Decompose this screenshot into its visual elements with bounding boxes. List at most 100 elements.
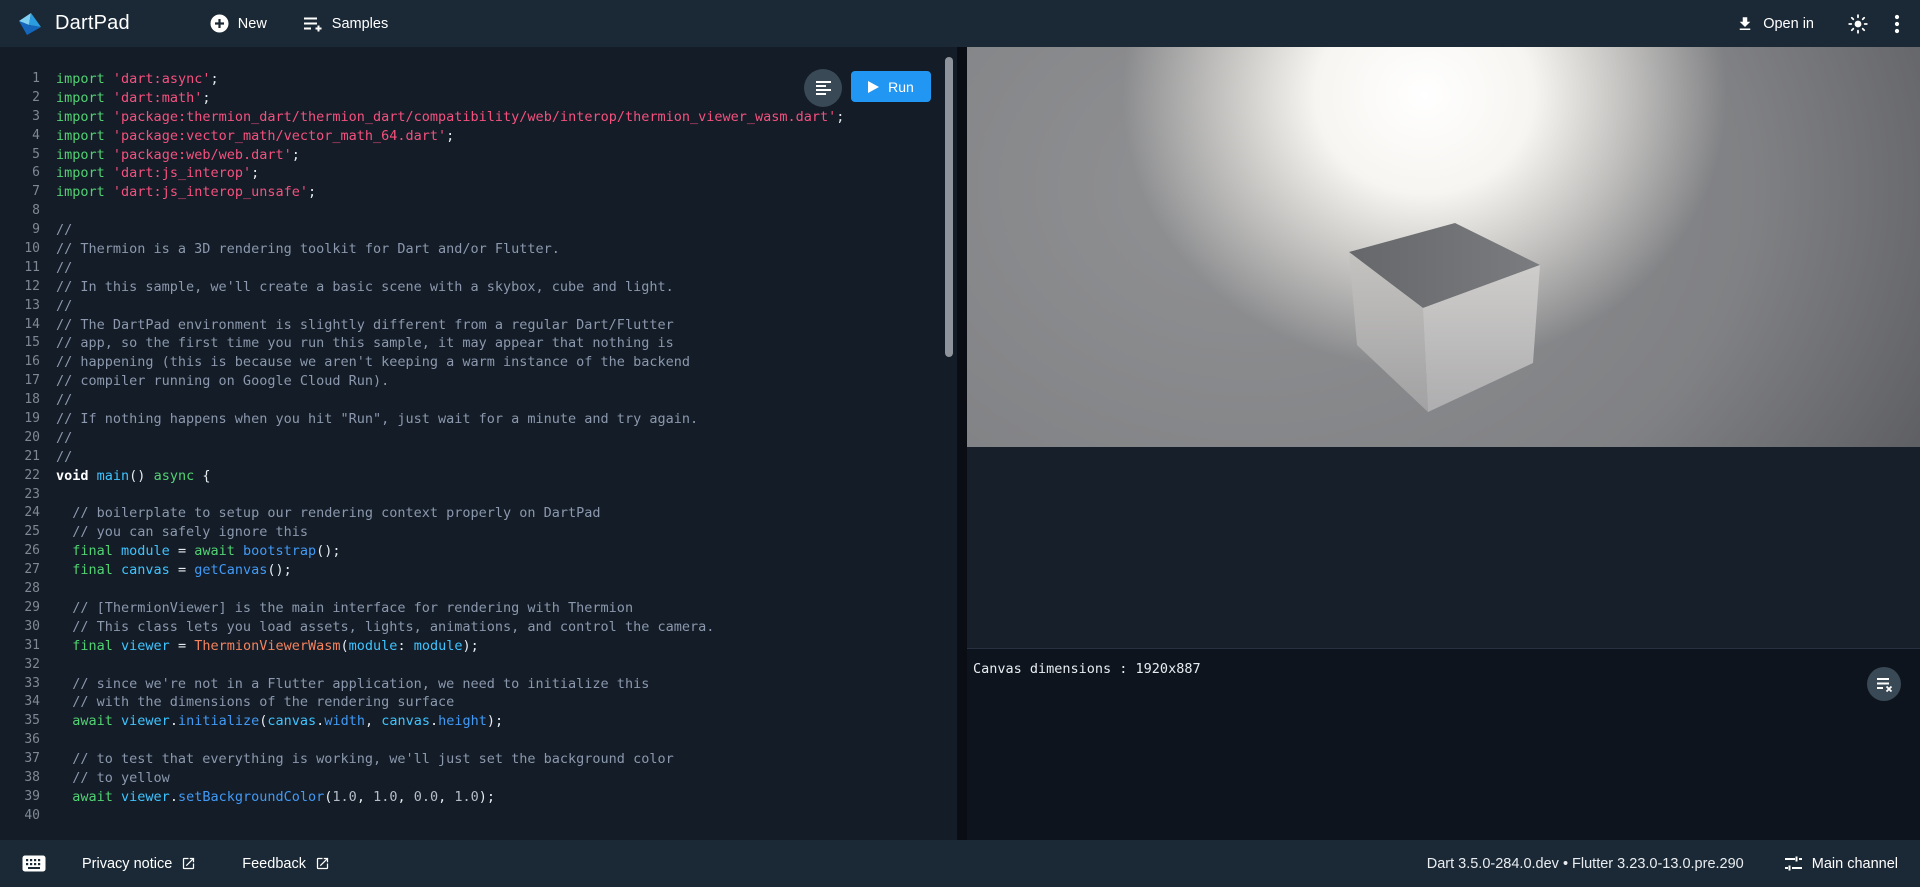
line-number: 25 [0, 523, 40, 542]
code-line: 19// If nothing happens when you hit "Ru… [0, 410, 957, 429]
code-line: 12// In this sample, we'll create a basi… [0, 278, 957, 297]
code-line: 22void main() async { [0, 467, 957, 486]
line-number: 6 [0, 164, 40, 183]
new-button[interactable]: New [210, 14, 267, 33]
clear-console-icon [1876, 677, 1893, 692]
code-line: 4import 'package:vector_math/vector_math… [0, 127, 957, 146]
header-actions: Open in [1736, 14, 1900, 34]
line-number: 26 [0, 542, 40, 561]
line-number: 2 [0, 89, 40, 108]
code-line: 17// compiler running on Google Cloud Ru… [0, 372, 957, 391]
line-number: 10 [0, 240, 40, 259]
run-button[interactable]: Run [851, 71, 931, 102]
line-number: 13 [0, 297, 40, 316]
code-line: 13// [0, 297, 957, 316]
sdk-version-text: Dart 3.5.0-284.0.dev • Flutter 3.23.0-13… [1427, 856, 1744, 872]
keyboard-shortcuts-button[interactable] [22, 855, 46, 872]
line-number: 34 [0, 693, 40, 712]
line-number: 3 [0, 108, 40, 127]
line-number: 30 [0, 618, 40, 637]
line-number: 4 [0, 127, 40, 146]
line-number: 29 [0, 599, 40, 618]
code-line: 11// [0, 259, 957, 278]
output-panel: Canvas dimensions : 1920x887 [967, 47, 1920, 840]
playlist-add-icon [303, 15, 323, 33]
samples-button[interactable]: Samples [303, 15, 388, 33]
open-in-button[interactable]: Open in [1736, 15, 1814, 33]
theme-brightness-button[interactable] [1848, 14, 1868, 34]
line-number: 15 [0, 334, 40, 353]
code-editor-panel: 1import 'dart:async';2import 'dart:math'… [0, 47, 957, 840]
code-line: 33 // since we're not in a Flutter appli… [0, 675, 957, 694]
line-number: 20 [0, 429, 40, 448]
plus-circle-icon [210, 14, 229, 33]
code-line: 29 // [ThermionViewer] is the main inter… [0, 599, 957, 618]
code-line: 35 await viewer.initialize(canvas.width,… [0, 712, 957, 731]
render-viewport[interactable] [967, 47, 1920, 447]
line-number: 11 [0, 259, 40, 278]
line-number: 36 [0, 731, 40, 750]
code-line: 14// The DartPad environment is slightly… [0, 316, 957, 335]
line-number: 18 [0, 391, 40, 410]
code-line: 23 [0, 486, 957, 505]
code-line: 26 final module = await bootstrap(); [0, 542, 957, 561]
dartpad-logo-icon [17, 11, 43, 37]
line-number: 27 [0, 561, 40, 580]
line-number: 5 [0, 146, 40, 165]
format-align-icon [815, 80, 832, 96]
format-button[interactable] [804, 69, 842, 107]
code-line: 18// [0, 391, 957, 410]
code-line: 9// [0, 221, 957, 240]
line-number: 24 [0, 504, 40, 523]
line-number: 17 [0, 372, 40, 391]
download-icon [1736, 15, 1754, 33]
code-line: 32 [0, 656, 957, 675]
code-lines: 1import 'dart:async';2import 'dart:math'… [0, 70, 957, 826]
code-line: 20// [0, 429, 957, 448]
play-icon [868, 81, 879, 93]
overflow-menu-button[interactable] [1894, 14, 1900, 34]
privacy-notice-link[interactable]: Privacy notice [82, 856, 196, 872]
line-number: 31 [0, 637, 40, 656]
code-editor[interactable]: 1import 'dart:async';2import 'dart:math'… [0, 47, 957, 840]
line-number: 14 [0, 316, 40, 335]
line-number: 12 [0, 278, 40, 297]
open-in-new-icon [315, 856, 330, 871]
editor-scrollbar[interactable] [945, 57, 953, 357]
code-line: 6import 'dart:js_interop'; [0, 164, 957, 183]
line-number: 7 [0, 183, 40, 202]
line-number: 23 [0, 486, 40, 505]
line-number: 16 [0, 353, 40, 372]
render-panel-lower [967, 447, 1920, 648]
code-line: 28 [0, 580, 957, 599]
line-number: 1 [0, 70, 40, 89]
code-line: 39 await viewer.setBackgroundColor(1.0, … [0, 788, 957, 807]
status-bar: Privacy notice Feedback Dart 3.5.0-284.0… [0, 840, 1920, 887]
code-line: 10// Thermion is a 3D rendering toolkit … [0, 240, 957, 259]
samples-button-label: Samples [332, 16, 388, 32]
clear-console-button[interactable] [1867, 667, 1901, 701]
console-panel: Canvas dimensions : 1920x887 [967, 648, 1920, 840]
app-title: DartPad [55, 12, 130, 35]
code-line: 21// [0, 448, 957, 467]
line-number: 32 [0, 656, 40, 675]
code-line: 3import 'package:thermion_dart/thermion_… [0, 108, 957, 127]
line-number: 38 [0, 769, 40, 788]
line-number: 21 [0, 448, 40, 467]
app-header: DartPad New Samples Open in [0, 0, 1920, 47]
code-line: 8 [0, 202, 957, 221]
open-in-label: Open in [1763, 16, 1814, 32]
line-number: 39 [0, 788, 40, 807]
code-line: 25 // you can safely ignore this [0, 523, 957, 542]
line-number: 8 [0, 202, 40, 221]
console-output: Canvas dimensions : 1920x887 [973, 661, 1920, 677]
new-button-label: New [238, 16, 267, 32]
feedback-link[interactable]: Feedback [242, 856, 330, 872]
keyboard-icon [22, 855, 46, 872]
code-line: 34 // with the dimensions of the renderi… [0, 693, 957, 712]
line-number: 33 [0, 675, 40, 694]
channel-label: Main channel [1812, 856, 1898, 872]
channel-selector-button[interactable]: Main channel [1784, 855, 1898, 873]
code-line: 36 [0, 731, 957, 750]
line-number: 37 [0, 750, 40, 769]
